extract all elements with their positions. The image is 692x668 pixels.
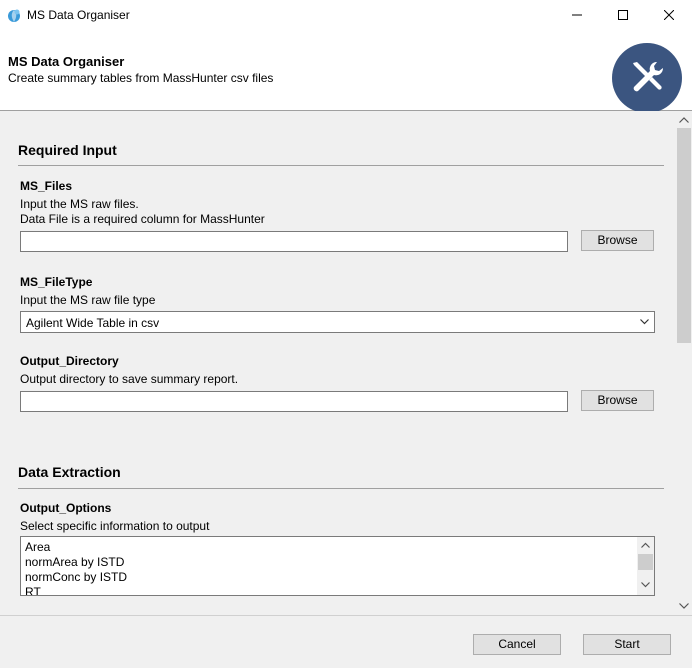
ms-files-input[interactable] xyxy=(20,231,568,252)
header: MS Data Organiser Create summary tables … xyxy=(0,30,692,113)
listbox-scrollbar[interactable] xyxy=(637,537,654,595)
start-button[interactable]: Start xyxy=(583,634,671,655)
section-title-data-extraction: Data Extraction xyxy=(18,464,121,480)
list-item[interactable]: normArea by ISTD xyxy=(25,555,124,569)
app-icon xyxy=(8,9,20,22)
output-directory-label: Output_Directory xyxy=(20,354,119,368)
close-icon xyxy=(664,10,674,20)
maximize-button[interactable] xyxy=(600,0,646,30)
header-subtitle: Create summary tables from MassHunter cs… xyxy=(8,71,274,85)
cancel-button[interactable]: Cancel xyxy=(473,634,561,655)
minimize-icon xyxy=(572,14,582,16)
main-scrollbar[interactable] xyxy=(676,111,692,615)
section-divider xyxy=(18,165,664,166)
chevron-up-icon[interactable] xyxy=(641,542,650,548)
ms-files-browse-button[interactable]: Browse xyxy=(581,230,654,251)
ms-files-help: Input the MS raw files. xyxy=(20,197,139,211)
maximize-icon xyxy=(618,10,628,20)
output-options-listbox[interactable]: Area normArea by ISTD normConc by ISTD R… xyxy=(20,536,655,596)
close-button[interactable] xyxy=(646,0,692,30)
main-scroll-thumb[interactable] xyxy=(677,128,691,343)
window-title: MS Data Organiser xyxy=(27,8,130,22)
title-bar: MS Data Organiser xyxy=(0,0,692,30)
ms-filetype-help: Input the MS raw file type xyxy=(20,293,156,307)
ms-files-label: MS_Files xyxy=(20,179,73,193)
ms-files-help-2: Data File is a required column for MassH… xyxy=(20,212,265,226)
listbox-scroll-thumb[interactable] xyxy=(638,554,653,570)
scroll-content: Required Input MS_Files Input the MS raw… xyxy=(0,111,676,615)
section-divider xyxy=(18,488,664,489)
section-title-required-input: Required Input xyxy=(18,142,117,158)
chevron-down-icon[interactable] xyxy=(641,582,650,588)
chevron-up-icon[interactable] xyxy=(679,117,689,123)
header-logo xyxy=(612,43,682,113)
output-directory-browse-button[interactable]: Browse xyxy=(581,390,654,411)
list-item[interactable]: RT xyxy=(25,585,41,595)
list-item[interactable]: Area xyxy=(25,540,50,554)
tools-icon xyxy=(633,61,664,92)
output-directory-help: Output directory to save summary report. xyxy=(20,372,239,386)
output-directory-input[interactable] xyxy=(20,391,568,412)
chevron-down-icon xyxy=(640,319,649,325)
output-options-label: Output_Options xyxy=(20,501,112,515)
ms-filetype-select[interactable]: Agilent Wide Table in csv xyxy=(20,311,655,333)
header-title: MS Data Organiser xyxy=(8,54,125,69)
ms-filetype-label: MS_FileType xyxy=(20,275,93,289)
chevron-down-icon[interactable] xyxy=(679,603,689,609)
list-item[interactable]: normConc by ISTD xyxy=(25,570,127,584)
ms-filetype-selected: Agilent Wide Table in csv xyxy=(26,316,160,330)
minimize-button[interactable] xyxy=(554,0,600,30)
footer: Cancel Start xyxy=(0,615,692,668)
output-options-help: Select specific information to output xyxy=(20,519,210,533)
